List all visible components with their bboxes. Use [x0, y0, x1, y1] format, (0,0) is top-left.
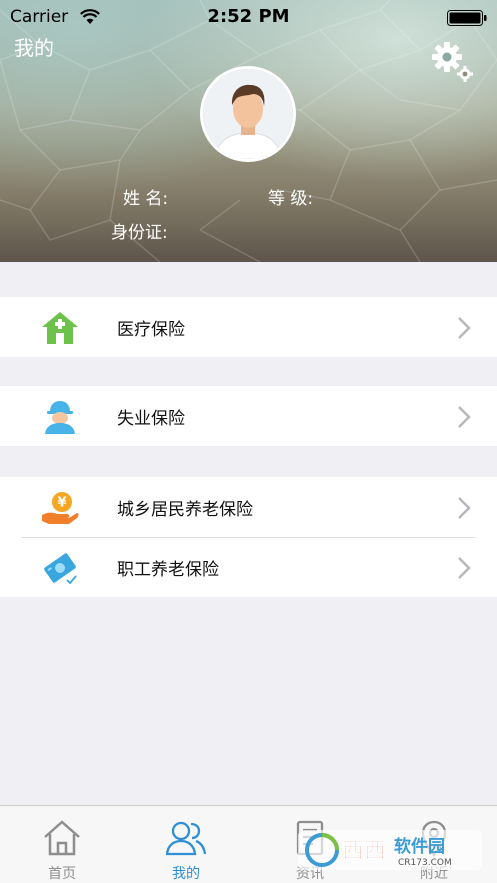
svg-text:¥: ¥ [57, 496, 66, 511]
menu-group-pension: ¥ 城乡居民养老保险 职工养老保险 [0, 477, 497, 597]
default-person-avatar-icon [203, 69, 293, 159]
tab-label: 首页 [48, 866, 76, 882]
svg-text:软件园: 软件园 [394, 836, 445, 857]
house-plus-icon [42, 312, 78, 344]
menu-item-label: 失业保险 [117, 408, 185, 429]
menu-item-label: 职工养老保险 [117, 559, 219, 580]
menu-group-unemployment: 失业保险 [0, 386, 497, 446]
settings-gear-icon[interactable] [430, 40, 476, 84]
worker-icon [45, 401, 75, 434]
menu-item-unemployment-insurance[interactable]: 失业保险 [0, 386, 497, 446]
status-bar: Carrier 2:52 PM [0, 0, 497, 34]
card-check-icon [44, 553, 77, 585]
tab-mine[interactable]: 我的 [124, 806, 248, 883]
menu-item-label: 医疗保险 [117, 319, 185, 340]
menu-item-medical-insurance[interactable]: 医疗保险 [0, 297, 497, 357]
level-label: 等 级: [268, 189, 314, 209]
chevron-right-icon [458, 317, 471, 339]
status-time: 2:52 PM [207, 6, 290, 27]
chevron-right-icon [458, 497, 471, 519]
id-card-label: 身份证: [111, 223, 168, 243]
menu-item-resident-pension[interactable]: ¥ 城乡居民养老保险 [0, 477, 497, 537]
tab-label: 我的 [172, 866, 200, 882]
xixi-watermark-logo: 西西 软件园 CR173.COM [298, 830, 482, 870]
chevron-right-icon [458, 557, 471, 579]
menu-item-employee-pension[interactable]: 职工养老保险 [0, 537, 497, 597]
profile-header: Carrier 2:52 PM 我的 姓 名: 等 级: 身份证: [0, 0, 497, 262]
page-title: 我的 [14, 36, 54, 60]
chevron-right-icon [458, 406, 471, 428]
yuan-hand-icon: ¥ [42, 492, 79, 524]
tab-home[interactable]: 首页 [0, 806, 124, 883]
menu-item-label: 城乡居民养老保险 [117, 499, 253, 520]
battery-icon [447, 10, 487, 26]
menu-group-medical: 医疗保险 [0, 297, 497, 357]
name-label: 姓 名: [123, 189, 169, 209]
home-icon [44, 820, 80, 856]
svg-text:西西: 西西 [342, 839, 386, 864]
people-icon [166, 821, 206, 856]
user-avatar[interactable] [200, 66, 296, 162]
svg-text:CR173.COM: CR173.COM [398, 858, 452, 868]
